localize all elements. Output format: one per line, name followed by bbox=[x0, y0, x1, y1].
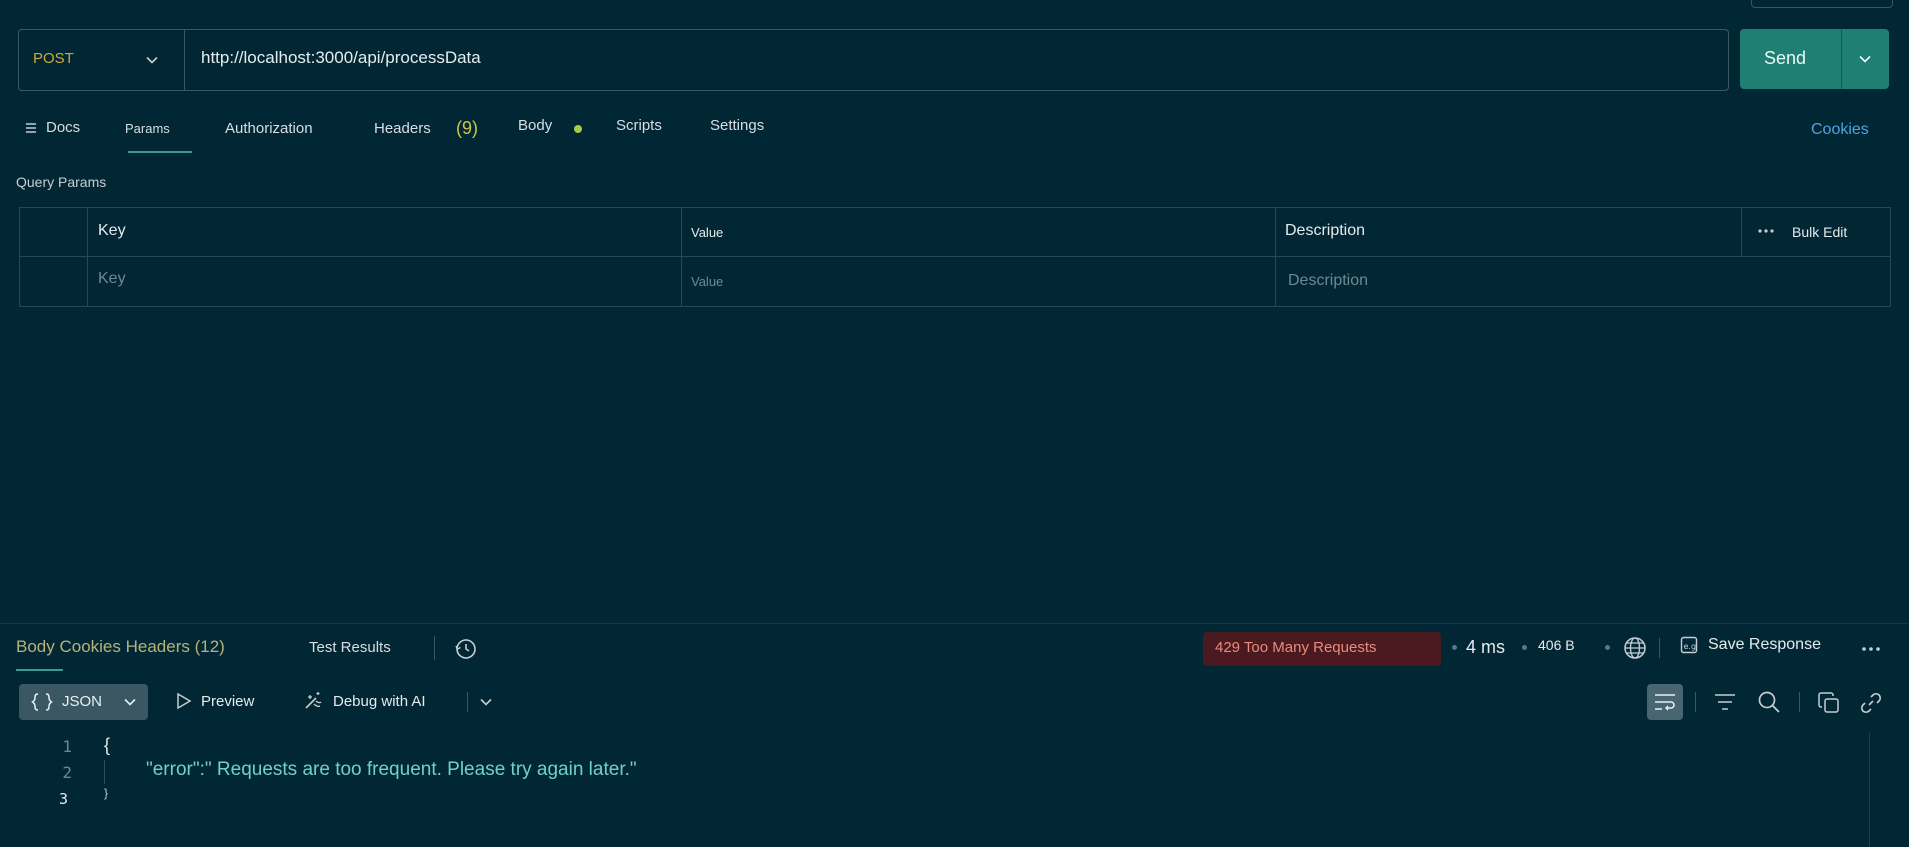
chevron-down-icon[interactable] bbox=[479, 695, 493, 709]
tab-body[interactable]: Body bbox=[518, 117, 552, 134]
response-tabs[interactable]: Body Cookies Headers (12) bbox=[16, 637, 225, 657]
separator-dot bbox=[1605, 645, 1610, 650]
divider bbox=[1695, 692, 1696, 712]
save-response-label: Save Response bbox=[1708, 636, 1821, 653]
method-select[interactable]: POST bbox=[19, 30, 185, 90]
value-input[interactable]: Value bbox=[691, 274, 723, 289]
query-params-title: Query Params bbox=[16, 174, 107, 190]
preview-label: Preview bbox=[201, 692, 255, 710]
status-text: 429 Too Many Requests bbox=[1215, 639, 1377, 656]
active-tab-indicator bbox=[16, 669, 63, 671]
divider bbox=[1799, 692, 1800, 712]
search-icon[interactable] bbox=[1757, 690, 1781, 714]
indent-guide bbox=[104, 760, 105, 784]
separator-dot bbox=[1452, 645, 1457, 650]
save-icon: e.g bbox=[1680, 636, 1698, 654]
format-label: JSON bbox=[62, 693, 103, 710]
braces-icon bbox=[31, 692, 53, 712]
tab-params[interactable]: Params bbox=[125, 121, 170, 136]
response-time[interactable]: 4 ms bbox=[1466, 637, 1505, 658]
svg-text:e.g: e.g bbox=[1684, 642, 1697, 651]
link-icon[interactable] bbox=[1860, 692, 1882, 714]
cookies-link[interactable]: Cookies bbox=[1811, 121, 1869, 139]
code-line[interactable]: { bbox=[104, 735, 110, 756]
chevron-down-icon bbox=[145, 53, 159, 67]
column-header-key: Key bbox=[98, 222, 126, 239]
code-line[interactable]: } bbox=[104, 786, 108, 800]
status-badge[interactable]: 429 Too Many Requests bbox=[1203, 632, 1441, 666]
more-icon[interactable] bbox=[1861, 646, 1881, 652]
filter-icon[interactable] bbox=[1714, 692, 1736, 712]
chevron-down-icon bbox=[123, 695, 137, 709]
ai-icon bbox=[302, 690, 324, 712]
url-input[interactable]: http://localhost:3000/api/processData bbox=[201, 48, 481, 68]
tab-authorization[interactable]: Authorization bbox=[225, 120, 313, 137]
hamburger-icon bbox=[24, 121, 38, 135]
divider bbox=[434, 636, 435, 660]
line-number: 1 bbox=[62, 737, 72, 756]
separator-dot bbox=[1522, 645, 1527, 650]
debug-ai-label: Debug with AI bbox=[333, 692, 426, 710]
preview-button[interactable]: Preview bbox=[176, 692, 254, 710]
row-divider bbox=[20, 256, 1890, 257]
column-header-value: Value bbox=[691, 225, 724, 240]
tab-docs-label: Docs bbox=[46, 119, 81, 136]
tab-scripts[interactable]: Scripts bbox=[616, 117, 662, 134]
save-response-button[interactable]: e.g Save Response bbox=[1680, 636, 1821, 654]
column-divider bbox=[1275, 208, 1276, 306]
active-tab-indicator bbox=[128, 151, 192, 153]
request-bar: POST http://localhost:3000/api/processDa… bbox=[18, 29, 1729, 91]
play-icon bbox=[176, 692, 192, 710]
send-divider bbox=[1841, 29, 1842, 89]
line-number: 2 bbox=[62, 763, 72, 782]
method-label: POST bbox=[33, 50, 74, 67]
response-divider bbox=[0, 623, 1909, 624]
column-divider bbox=[681, 208, 682, 306]
debug-ai-button[interactable]: Debug with AI bbox=[302, 690, 426, 712]
tab-settings[interactable]: Settings bbox=[710, 117, 764, 134]
wrap-icon bbox=[1654, 692, 1676, 712]
headers-count-badge: (9) bbox=[456, 118, 478, 138]
tab-test-results[interactable]: Test Results bbox=[309, 639, 391, 656]
divider bbox=[1659, 638, 1660, 658]
column-header-description: Description bbox=[1285, 222, 1366, 239]
scrollbar-track[interactable] bbox=[1869, 733, 1870, 847]
column-divider bbox=[1741, 208, 1742, 256]
bulk-edit-button[interactable]: Bulk Edit bbox=[1792, 224, 1847, 240]
column-divider bbox=[87, 208, 88, 306]
code-line[interactable]: "error":" Requests are too frequent. Ple… bbox=[146, 759, 637, 781]
key-input[interactable]: Key bbox=[98, 270, 126, 288]
params-table: Key Value Description Bulk Edit Key Valu… bbox=[19, 207, 1891, 307]
send-label: Send bbox=[1764, 48, 1807, 68]
divider bbox=[467, 692, 468, 712]
body-modified-dot bbox=[574, 125, 582, 133]
line-number: 3 bbox=[58, 790, 68, 808]
tab-headers[interactable]: Headers bbox=[374, 120, 431, 137]
history-icon[interactable] bbox=[454, 637, 478, 661]
copy-icon[interactable] bbox=[1818, 692, 1840, 714]
globe-icon[interactable] bbox=[1623, 636, 1647, 660]
chevron-down-icon[interactable] bbox=[1858, 52, 1872, 66]
tab-docs[interactable]: Docs bbox=[24, 119, 80, 136]
description-input[interactable]: Description bbox=[1288, 272, 1368, 290]
top-right-control[interactable] bbox=[1751, 0, 1893, 8]
wrap-lines-button[interactable] bbox=[1647, 684, 1683, 720]
more-icon[interactable] bbox=[1757, 228, 1775, 234]
send-button[interactable]: Send bbox=[1740, 29, 1889, 89]
response-size[interactable]: 406 B bbox=[1538, 637, 1575, 653]
format-select[interactable]: JSON bbox=[19, 684, 148, 720]
